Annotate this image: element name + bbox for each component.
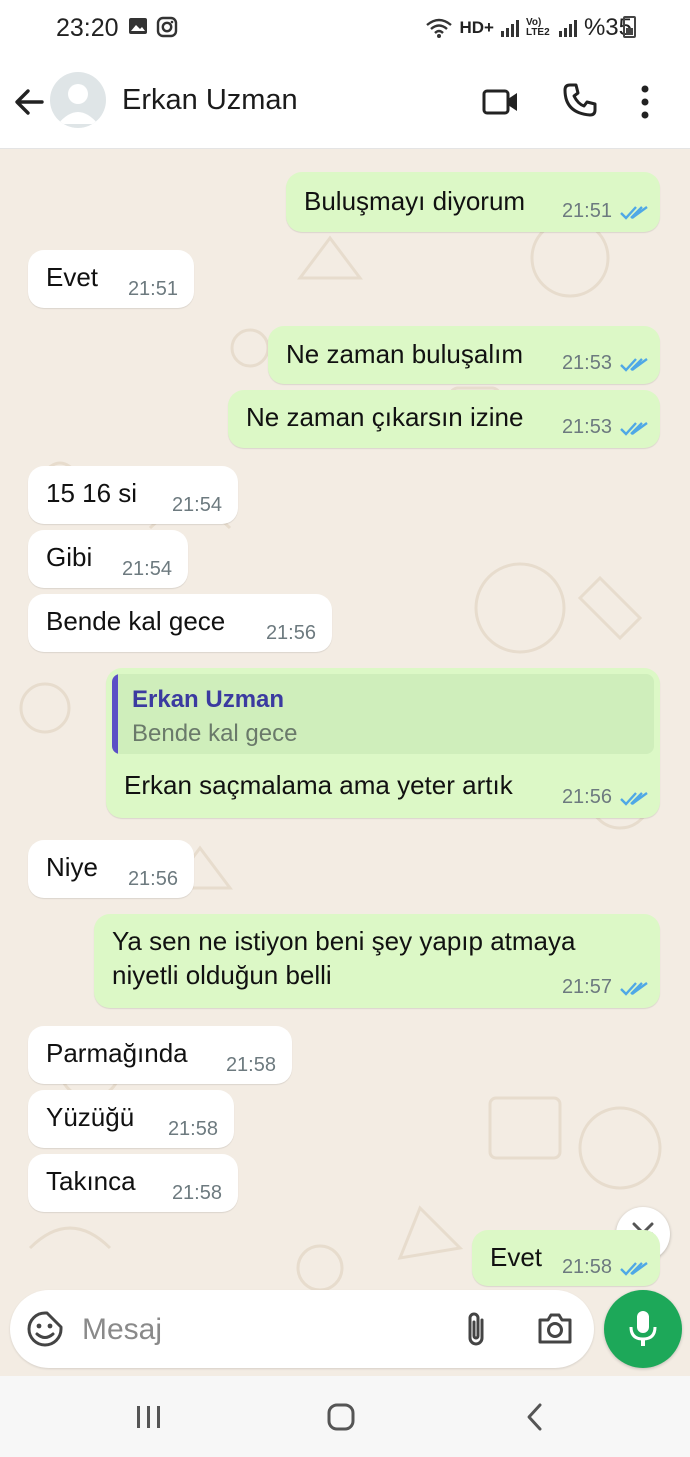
more-vert-icon[interactable] (640, 84, 650, 120)
message-bubble-incoming[interactable]: Yüzüğü 21:58 (28, 1090, 234, 1148)
message-bubble-outgoing[interactable]: Evet 21:58 (472, 1230, 660, 1286)
message-bubble-outgoing-reply[interactable]: Erkan Uzman Bende kal gece Erkan saçmala… (106, 668, 660, 818)
system-navigation-bar (0, 1376, 690, 1457)
message-text: Buluşmayı diyorum (304, 186, 526, 216)
message-text: Takınca (46, 1166, 136, 1196)
message-text: Evet (490, 1242, 543, 1272)
arrow-left-icon[interactable] (12, 82, 48, 122)
sticker-icon[interactable] (26, 1310, 64, 1348)
message-text-line-1: Ya sen ne istiyon beni şey yapıp atmaya (112, 926, 576, 956)
message-time: 21:56 (561, 786, 612, 808)
message-text: Erkan saçmalama ama yeter artık (124, 770, 513, 800)
message-time: 21:54 (121, 558, 172, 580)
camera-icon[interactable] (536, 1312, 574, 1346)
quoted-text: Bende kal gece (132, 720, 298, 747)
read-ticks-icon (620, 1262, 648, 1276)
message-text: Bende kal gece (46, 606, 226, 636)
message-text: Evet (46, 262, 99, 292)
message-bubble-outgoing[interactable]: Ne zaman buluşalım 21:53 (268, 326, 660, 384)
message-time: 21:58 (561, 1256, 612, 1278)
wifi-icon (426, 18, 453, 38)
home-icon[interactable] (326, 1402, 356, 1432)
message-bubble-incoming[interactable]: 15 16 si 21:54 (28, 466, 238, 524)
status-time: 23:20 (56, 14, 119, 42)
message-bubble-outgoing[interactable]: Ne zaman çıkarsın izine 21:53 (228, 390, 660, 448)
message-bubble-incoming[interactable]: Evet 21:51 (28, 250, 194, 308)
chat-area[interactable]: Buluşmayı diyorum 21:51 Evet 21:51 Ne za… (0, 148, 690, 1376)
quoted-message[interactable]: Erkan Uzman Bende kal gece (112, 674, 654, 754)
battery-icon (623, 16, 636, 38)
message-time: 21:51 (127, 278, 178, 300)
message-bubble-incoming[interactable]: Takınca 21:58 (28, 1154, 238, 1212)
quoted-author: Erkan Uzman (132, 686, 285, 713)
network-type: HD+ (459, 18, 494, 37)
message-time: 21:53 (561, 416, 612, 438)
message-text: Parmağında (46, 1038, 188, 1068)
message-bubble-outgoing[interactable]: Buluşmayı diyorum 21:51 (286, 172, 660, 232)
read-ticks-icon (620, 206, 648, 220)
message-bubble-incoming[interactable]: Bende kal gece 21:56 (28, 594, 332, 652)
chat-header: Erkan Uzman (0, 58, 690, 149)
read-ticks-icon (620, 982, 648, 996)
message-time: 21:53 (561, 352, 612, 374)
message-text: 15 16 si (46, 478, 138, 508)
quote-bar (112, 674, 118, 754)
message-input[interactable] (80, 1306, 454, 1354)
message-text: Gibi (46, 542, 93, 572)
message-composer (10, 1290, 594, 1368)
read-ticks-icon (620, 792, 648, 806)
phone-icon[interactable] (562, 82, 598, 118)
status-bar: 23:20 HD+ Vo) LTE2 %35 (0, 0, 690, 58)
avatar[interactable] (50, 72, 106, 128)
message-text: Ne zaman buluşalım (286, 339, 523, 369)
message-bubble-outgoing[interactable]: Ya sen ne istiyon beni şey yapıp atmaya … (94, 914, 660, 1008)
message-time: 21:56 (265, 622, 316, 644)
instagram-notification-icon (156, 16, 178, 38)
message-text-line-2: niyetli olduğun belli (112, 960, 332, 990)
mic-icon (629, 1311, 657, 1346)
message-time: 21:56 (127, 868, 178, 890)
message-time: 21:58 (167, 1118, 218, 1140)
message-bubble-incoming[interactable]: Parmağında 21:58 (28, 1026, 292, 1084)
message-time: 21:58 (171, 1182, 222, 1204)
message-time: 21:51 (561, 200, 612, 222)
voice-message-button[interactable] (604, 1290, 682, 1368)
signal-icon-2 (558, 20, 577, 37)
message-time: 21:57 (561, 976, 612, 998)
message-text: Niye (46, 852, 99, 882)
volte-label: Vo) LTE2 (525, 17, 550, 38)
recent-apps-icon[interactable] (134, 1404, 164, 1430)
read-ticks-icon (620, 422, 648, 436)
contact-name[interactable]: Erkan Uzman (122, 84, 298, 117)
read-ticks-icon (620, 358, 648, 372)
video-call-icon[interactable] (482, 86, 520, 118)
message-bubble-incoming[interactable]: Gibi 21:54 (28, 530, 188, 588)
message-text: Yüzüğü (46, 1102, 135, 1132)
notification-icons (128, 16, 178, 38)
system-back-icon[interactable] (524, 1402, 546, 1432)
paperclip-icon[interactable] (462, 1310, 490, 1350)
system-status: HD+ Vo) LTE2 %35 (425, 14, 632, 42)
default-avatar-icon (58, 84, 98, 124)
gallery-notification-icon (129, 18, 147, 34)
message-time: 21:58 (225, 1054, 276, 1076)
signal-icon-1 (500, 20, 519, 37)
message-text: Ne zaman çıkarsın izine (246, 402, 524, 432)
message-bubble-incoming[interactable]: Niye 21:56 (28, 840, 194, 898)
message-time: 21:54 (171, 494, 222, 516)
